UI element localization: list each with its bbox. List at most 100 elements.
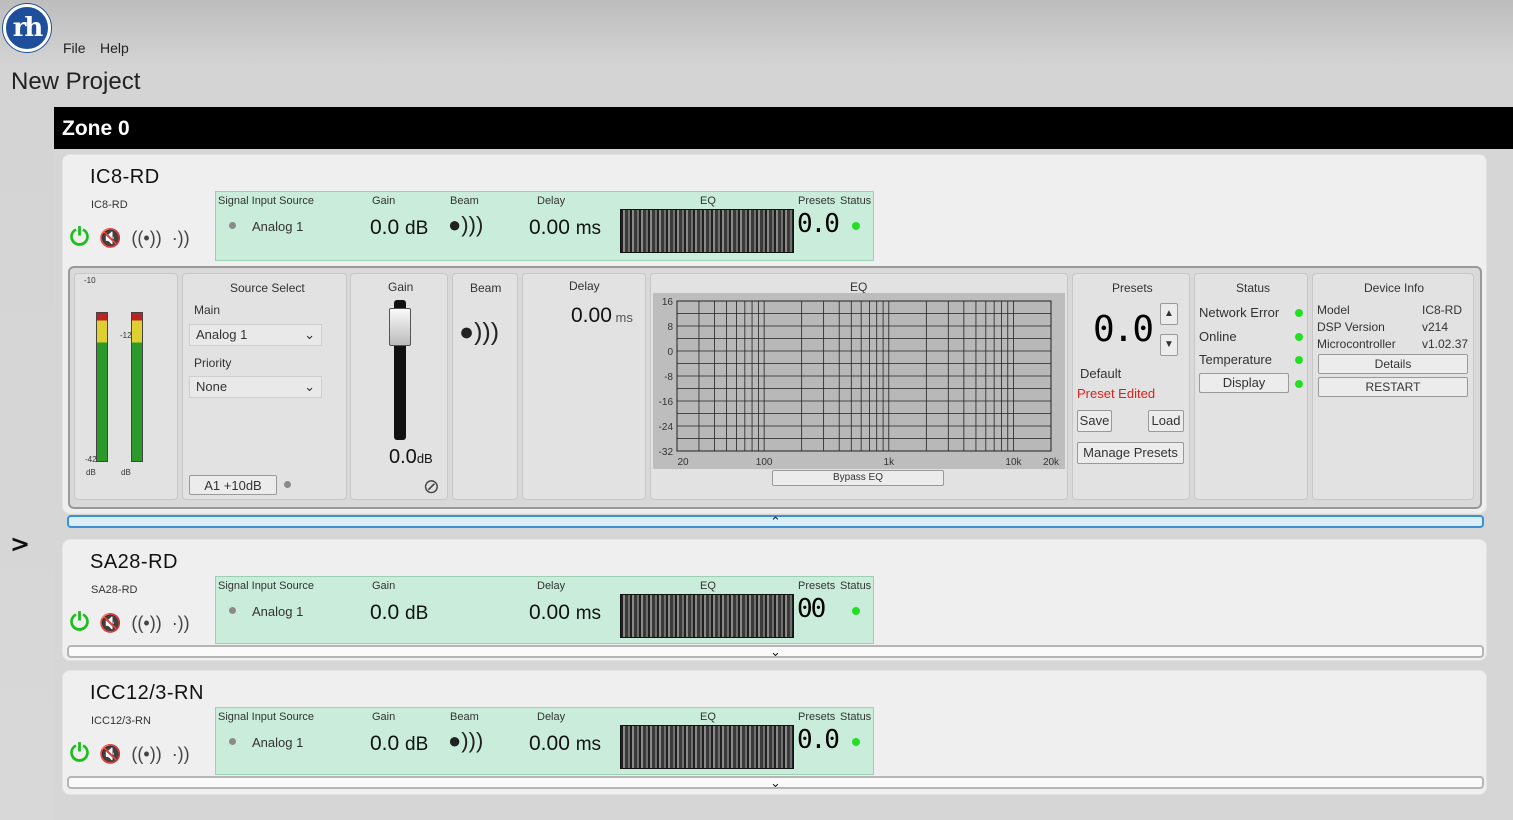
eq-x-tick: 100 (756, 457, 773, 468)
eq-graph[interactable]: 16 8 0 -8 -16 -24 -32 20 100 1k 10k 20k (653, 293, 1065, 469)
preset-up-button[interactable]: ▲ (1160, 303, 1178, 325)
chevron-down-icon: ⌄ (770, 644, 781, 659)
model-value: IC8-RD (1422, 303, 1463, 317)
beam-detail-icon[interactable]: ●))) (459, 318, 499, 347)
bypass-eq-button[interactable]: Bypass EQ (772, 470, 944, 486)
preset-detail-display: 0.0 (1093, 309, 1154, 350)
signal-input-label: Signal Input Source (218, 711, 315, 723)
chevron-down-icon: ⌄ (304, 327, 315, 342)
priority-dropdown[interactable]: None ⌄ (189, 376, 322, 398)
signal-icon[interactable]: ·)) (172, 745, 190, 763)
gain-fader-handle[interactable] (389, 308, 411, 347)
main-label: Main (194, 303, 221, 317)
eq-y-tick: -24 (659, 422, 674, 433)
delay-label: Delay (537, 711, 566, 723)
delay-value: 0.00 ms (529, 216, 602, 239)
meter-unit-label-right: dB (121, 468, 131, 477)
identify-icon[interactable]: ((•)) (131, 229, 161, 247)
beam-icon: ●))) (448, 728, 484, 753)
eq-y-tick: -32 (659, 447, 674, 458)
eq-label: EQ (700, 711, 716, 723)
eq-x-tick: 20 (677, 457, 689, 468)
collapse-toggle[interactable]: ⌃ (67, 515, 1484, 528)
dsp-value: v214 (1422, 320, 1449, 334)
restart-button[interactable]: RESTART (1318, 377, 1468, 397)
preset-edited-label: Preset Edited (1077, 386, 1156, 401)
eq-y-tick: 0 (667, 347, 673, 358)
load-button[interactable]: Load (1148, 410, 1184, 432)
gain-value: 0.0 dB (370, 601, 429, 624)
eq-y-tick: -8 (664, 372, 673, 383)
main-source-dropdown[interactable]: Analog 1 ⌄ (189, 324, 322, 346)
meter-top-label: -10 (84, 276, 96, 285)
delay-label: Delay (537, 580, 566, 592)
eq-y-tick: -16 (659, 397, 674, 408)
device-model-label: SA28-RD (91, 584, 138, 596)
delay-detail-value[interactable]: 0.00 ms (571, 304, 633, 328)
signal-icon[interactable]: ·)) (172, 614, 190, 632)
eq-x-tick: 10k (1005, 457, 1022, 468)
save-button[interactable]: Save (1077, 410, 1112, 432)
power-icon[interactable]: ⏻ (70, 742, 89, 766)
zone-header[interactable]: Zone 0 (54, 107, 1513, 149)
device-name: ICC12/3-RN (90, 682, 204, 704)
display-button[interactable]: Display (1199, 373, 1289, 393)
power-icon[interactable]: ⏻ (70, 226, 89, 250)
a1-boost-button[interactable]: A1 +10dB (189, 475, 277, 495)
eq-y-tick: 16 (662, 297, 674, 308)
expand-toggle[interactable]: ⌄ (67, 776, 1484, 789)
power-icon[interactable]: ⏻ (70, 611, 89, 635)
device-model-label: ICC12/3-RN (91, 715, 151, 727)
status-online: Online (1199, 329, 1237, 344)
preset-display: 0.0 (797, 209, 840, 239)
input-meter-left (96, 311, 108, 462)
eq-thumbnail (620, 209, 794, 253)
eq-thumbnail (620, 725, 794, 769)
priority-label: Priority (194, 356, 232, 370)
expand-sidebar-icon[interactable]: > (10, 530, 30, 558)
eq-x-tick: 20k (1043, 457, 1060, 468)
status-led (852, 738, 860, 746)
page-title: New Project (11, 68, 141, 95)
preset-display: 00 (797, 594, 826, 624)
phase-invert-icon[interactable]: ⊘ (423, 474, 440, 499)
menu-help[interactable]: Help (100, 40, 129, 56)
identify-icon[interactable]: ((•)) (131, 614, 161, 632)
status-temperature: Temperature (1199, 352, 1272, 367)
chevron-up-icon: ⌃ (770, 514, 781, 529)
delay-value: 0.00 ms (529, 732, 602, 755)
device-info-title: Device Info (1364, 281, 1425, 295)
input-value: Analog 1 (252, 219, 304, 234)
network-error-led (1295, 309, 1303, 317)
meters-panel (74, 273, 178, 500)
eq-y-tick: 8 (667, 322, 673, 333)
mute-icon[interactable]: 🔇 (99, 745, 121, 763)
preset-down-button[interactable]: ▼ (1160, 334, 1178, 356)
beam-label: Beam (450, 711, 479, 723)
signal-icon[interactable]: ·)) (172, 229, 190, 247)
meter-unit-label: dB (86, 468, 96, 477)
status-label: Status (840, 195, 872, 207)
menu-file[interactable]: File (63, 40, 86, 56)
details-button[interactable]: Details (1318, 354, 1468, 374)
mute-icon[interactable]: 🔇 (99, 229, 121, 247)
beam-icon: ●))) (448, 212, 484, 237)
a1-indicator (284, 481, 291, 488)
meter-bottom-label: -42 (85, 455, 97, 464)
mute-icon[interactable]: 🔇 (99, 614, 121, 632)
input-indicator (229, 222, 236, 229)
display-led (1295, 380, 1303, 388)
identify-icon[interactable]: ((•)) (131, 745, 161, 763)
device-controls: ⏻ 🔇 ((•)) ·)) (70, 226, 190, 250)
input-value: Analog 1 (252, 604, 304, 619)
manage-presets-button[interactable]: Manage Presets (1077, 442, 1184, 464)
device-name: IC8-RD (90, 166, 160, 188)
presets-label: Presets (798, 711, 836, 723)
expand-toggle[interactable]: ⌄ (67, 645, 1484, 658)
status-title: Status (1236, 281, 1271, 295)
beam-label: Beam (450, 195, 479, 207)
chevron-down-icon: ⌄ (304, 379, 315, 394)
signal-input-label: Signal Input Source (218, 195, 315, 207)
model-label: Model (1317, 303, 1350, 317)
gain-label: Gain (372, 711, 396, 723)
